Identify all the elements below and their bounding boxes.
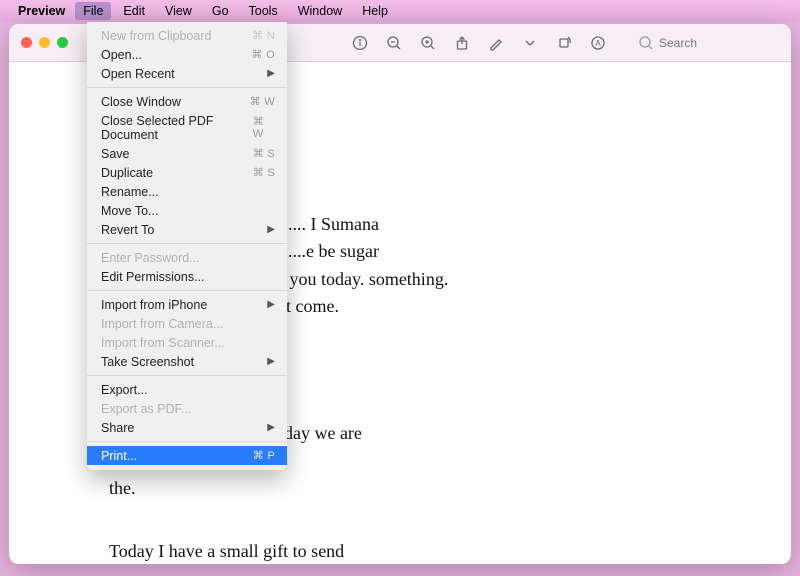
- menu-item-rename[interactable]: Rename...: [87, 182, 287, 201]
- menu-item-close-selected-pdf-document[interactable]: Close Selected PDF Document⌘ W: [87, 111, 287, 144]
- menu-edit[interactable]: Edit: [115, 2, 153, 20]
- menu-item-open-recent[interactable]: Open Recent ▶: [87, 64, 287, 83]
- search-wrap: [638, 35, 779, 51]
- menu-separator: [87, 375, 287, 376]
- toolbar-icons: A: [352, 35, 779, 51]
- maximize-button[interactable]: [57, 37, 68, 48]
- menu-item-import-from-camera: Import from Camera...: [87, 314, 287, 333]
- doc-line: the.: [109, 476, 791, 500]
- menu-item-label: Enter Password...: [101, 251, 200, 265]
- menu-item-enter-password: Enter Password...: [87, 248, 287, 267]
- menu-file[interactable]: File: [75, 2, 111, 20]
- menu-item-export-as-pdf: Export as PDF...: [87, 399, 287, 418]
- menu-shortcut: ⌘ P: [253, 449, 275, 462]
- menu-separator: [87, 87, 287, 88]
- menu-item-label: Open...: [101, 48, 142, 62]
- menu-item-new-from-clipboard: New from Clipboard ⌘ N: [87, 26, 287, 45]
- menu-item-label: Export...: [101, 383, 148, 397]
- menu-item-label: Close Window: [101, 95, 181, 109]
- menu-go[interactable]: Go: [204, 2, 237, 20]
- chevron-right-icon: ▶: [267, 356, 275, 367]
- menu-shortcut: ⌘ W: [250, 95, 275, 108]
- menu-item-import-from-scanner: Import from Scanner...: [87, 333, 287, 352]
- minimize-button[interactable]: [39, 37, 50, 48]
- menu-shortcut: ⌘ O: [251, 48, 275, 61]
- menu-item-move-to[interactable]: Move To...: [87, 201, 287, 220]
- chevron-right-icon: ▶: [267, 224, 275, 235]
- menu-shortcut: ⌘ W: [253, 115, 275, 140]
- menu-item-label: New from Clipboard: [101, 29, 211, 43]
- menu-item-take-screenshot[interactable]: Take Screenshot ▶: [87, 352, 287, 371]
- menu-shortcut: ⌘ S: [253, 147, 275, 160]
- traffic-lights: [21, 37, 68, 48]
- menu-item-label: Duplicate: [101, 166, 153, 180]
- menu-help[interactable]: Help: [354, 2, 396, 20]
- menu-item-label: Print...: [101, 449, 137, 463]
- menu-item-edit-permissions[interactable]: Edit Permissions...: [87, 267, 287, 286]
- chevron-right-icon: ▶: [267, 68, 275, 79]
- menu-item-label: Import from iPhone: [101, 298, 207, 312]
- menu-item-label: Share: [101, 421, 134, 435]
- menu-item-label: Save: [101, 147, 130, 161]
- svg-text:A: A: [595, 39, 601, 48]
- menu-item-label: Export as PDF...: [101, 402, 191, 416]
- menu-separator: [87, 290, 287, 291]
- menu-separator: [87, 243, 287, 244]
- menu-item-close-window[interactable]: Close Window ⌘ W: [87, 92, 287, 111]
- chevron-right-icon: ▶: [267, 299, 275, 310]
- menu-window[interactable]: Window: [290, 2, 350, 20]
- menu-item-label: Open Recent: [101, 67, 175, 81]
- search-input[interactable]: [659, 36, 779, 50]
- info-icon[interactable]: [352, 35, 368, 51]
- doc-line: Today I have a small gift to send: [109, 539, 791, 563]
- chevron-down-icon[interactable]: [522, 35, 538, 51]
- menu-item-open[interactable]: Open... ⌘ O: [87, 45, 287, 64]
- menu-item-share[interactable]: Share ▶: [87, 418, 287, 437]
- zoom-out-icon[interactable]: [386, 35, 402, 51]
- menu-item-label: Rename...: [101, 185, 159, 199]
- menu-item-label: Close Selected PDF Document: [101, 114, 253, 142]
- app-name[interactable]: Preview: [18, 4, 65, 18]
- menu-item-save[interactable]: Save ⌘ S: [87, 144, 287, 163]
- menu-item-duplicate[interactable]: Duplicate ⌘ S: [87, 163, 287, 182]
- menu-item-label: Edit Permissions...: [101, 270, 205, 284]
- menu-shortcut: ⌘ S: [253, 166, 275, 179]
- menu-tools[interactable]: Tools: [241, 2, 286, 20]
- search-icon: [638, 35, 654, 51]
- menu-item-export[interactable]: Export...: [87, 380, 287, 399]
- menu-shortcut: ⌘ N: [252, 29, 275, 42]
- markup-icon[interactable]: [488, 35, 504, 51]
- menu-item-label: Take Screenshot: [101, 355, 194, 369]
- menubar: Preview File Edit View Go Tools Window H…: [0, 0, 800, 22]
- menu-item-print[interactable]: Print... ⌘ P: [87, 446, 287, 465]
- menu-item-label: Revert To: [101, 223, 154, 237]
- menu-item-label: Import from Scanner...: [101, 336, 225, 350]
- rotate-icon[interactable]: [556, 35, 572, 51]
- highlight-icon[interactable]: A: [590, 35, 606, 51]
- share-icon[interactable]: [454, 35, 470, 51]
- menu-separator: [87, 441, 287, 442]
- menu-item-label: Move To...: [101, 204, 158, 218]
- menu-item-import-from-iphone[interactable]: Import from iPhone ▶: [87, 295, 287, 314]
- chevron-right-icon: ▶: [267, 422, 275, 433]
- menu-item-revert-to[interactable]: Revert To ▶: [87, 220, 287, 239]
- zoom-in-icon[interactable]: [420, 35, 436, 51]
- menu-view[interactable]: View: [157, 2, 200, 20]
- menu-item-label: Import from Camera...: [101, 317, 223, 331]
- file-menu-dropdown: New from Clipboard ⌘ N Open... ⌘ O Open Rece…: [87, 22, 287, 470]
- close-button[interactable]: [21, 37, 32, 48]
